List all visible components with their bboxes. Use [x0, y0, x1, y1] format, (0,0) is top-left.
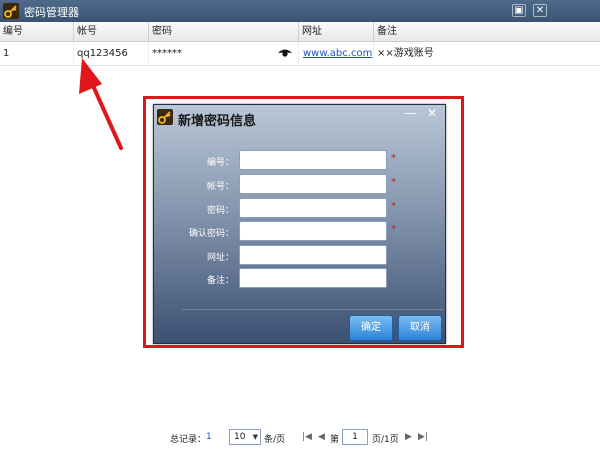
required-mark: * — [391, 153, 396, 164]
confirm-button[interactable]: 确定 — [349, 315, 393, 341]
key-icon — [3, 3, 19, 19]
cell-url-link[interactable]: www.abc.com — [299, 42, 374, 66]
close-button[interactable]: ✕ — [533, 4, 547, 17]
key-icon — [157, 109, 173, 125]
column-header-account[interactable]: 帐号 — [74, 22, 149, 42]
current-page-input[interactable]: 1 — [342, 429, 368, 445]
id-input[interactable] — [239, 150, 387, 170]
required-mark: * — [391, 224, 396, 235]
field-label-note: 备注： — [206, 276, 234, 286]
dialog-close-button[interactable]: ✕ — [424, 107, 440, 121]
eye-icon[interactable] — [277, 48, 293, 58]
account-input[interactable] — [239, 174, 387, 194]
cancel-button[interactable]: 取消 — [398, 315, 442, 341]
restore-button[interactable]: ▣ — [512, 4, 526, 17]
field-label-account: 帐号： — [206, 182, 234, 192]
dialog-title: 新增密码信息 — [178, 114, 257, 129]
prev-page-icon[interactable]: ◀ — [318, 432, 325, 442]
url-input[interactable] — [239, 245, 387, 265]
cell-id: 1 — [0, 42, 74, 66]
total-records-label: 总记录： — [170, 435, 207, 445]
dialog-divider — [182, 309, 444, 310]
required-mark: * — [391, 201, 396, 212]
field-label-password: 密码： — [206, 206, 234, 216]
confirm-password-input[interactable] — [239, 221, 387, 241]
cell-note: ××游戏账号 — [377, 48, 434, 59]
chevron-down-icon: ▼ — [252, 433, 258, 441]
total-records-count: 1 — [206, 432, 212, 442]
column-header-id[interactable]: 编号 — [0, 22, 74, 42]
field-label-confirm-password: 确认密码： — [188, 229, 234, 239]
password-input[interactable] — [239, 198, 387, 218]
page-size-select[interactable]: 10 ▼ — [229, 429, 261, 445]
per-page-label: 条/页 — [264, 435, 286, 445]
cell-account: qq123456 — [74, 42, 149, 66]
table-row[interactable]: 1 qq123456 ****** www.abc.com ××游戏账号 — [0, 42, 600, 66]
add-password-dialog: 新增密码信息 — ✕ 编号： * 帐号： * 密码： * 确认密码： * 网址：… — [153, 104, 446, 344]
table-header: 编号 帐号 密码 网址 备注 — [0, 22, 600, 42]
note-input[interactable] — [239, 268, 387, 288]
column-header-password[interactable]: 密码 — [149, 22, 299, 42]
next-page-icon[interactable]: ▶ — [405, 432, 412, 442]
pagination-bar: 总记录： 1 10 ▼ 条/页 |◀ ◀ 第 1 页/1页 ▶ ▶| — [0, 426, 600, 448]
page-size-value: 10 — [234, 432, 246, 442]
required-mark: * — [391, 177, 396, 188]
window-title: 密码管理器 — [24, 6, 79, 19]
column-header-note[interactable]: 备注 — [374, 22, 600, 42]
column-header-url[interactable]: 网址 — [299, 22, 374, 42]
field-label-id: 编号： — [206, 158, 234, 168]
minimize-button[interactable]: — — [402, 107, 418, 121]
first-page-icon[interactable]: |◀ — [302, 432, 312, 442]
last-page-icon[interactable]: ▶| — [418, 432, 428, 442]
app-titlebar: 密码管理器 ▣ ✕ — [0, 0, 600, 22]
page-prefix-label: 第 — [330, 435, 340, 445]
field-label-url: 网址： — [206, 253, 234, 263]
page-suffix-label: 页/1页 — [372, 435, 399, 445]
